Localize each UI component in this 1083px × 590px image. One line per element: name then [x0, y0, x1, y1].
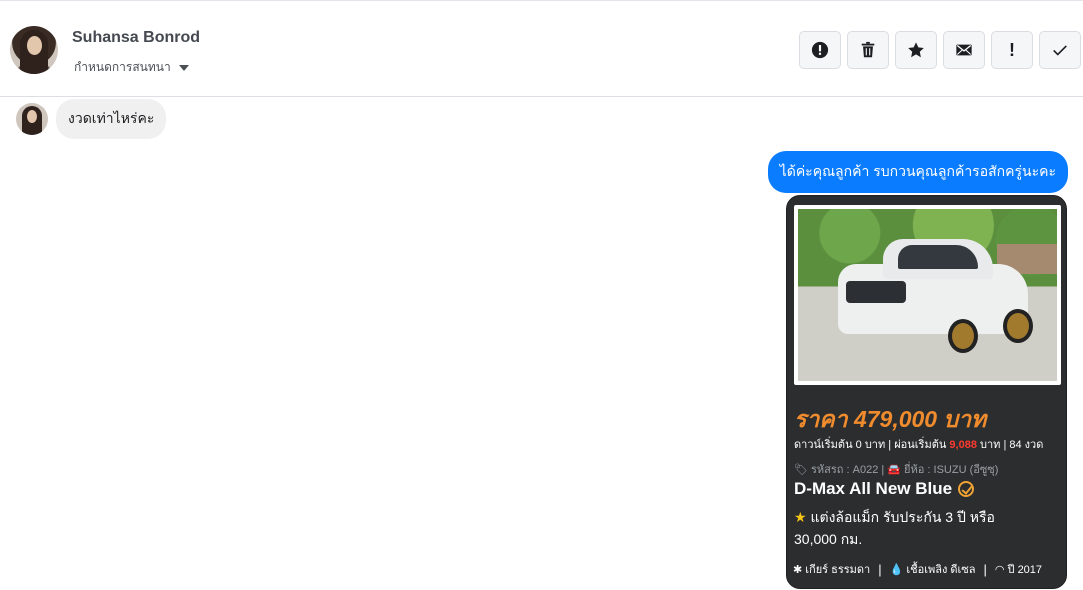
star-icon: ★: [794, 509, 807, 525]
star-icon: [908, 42, 924, 58]
car-photo[interactable]: [798, 209, 1057, 381]
assign-conversation-dropdown[interactable]: กำหนดการสนทนา: [74, 58, 189, 77]
incoming-message: งวดเท่าไหร่คะ: [16, 99, 167, 139]
spec-gear: ✱ เกียร์ ธรรมดา: [793, 564, 871, 576]
mark-unread-button[interactable]: [943, 31, 985, 69]
mark-done-button[interactable]: [1039, 31, 1081, 69]
verified-check-icon: [958, 481, 975, 497]
finance-terms: ดาวน์เริ่มต้น 0 บาท | ผ่อนเริ่มต้น 9,088…: [794, 435, 1043, 453]
alert-circle-icon: [811, 41, 829, 59]
spec-separator: |: [983, 561, 987, 577]
car-photo-frame: [794, 205, 1061, 385]
installment-amount: 9,088: [949, 439, 977, 451]
sender-avatar[interactable]: [16, 103, 48, 135]
star-button[interactable]: [895, 31, 937, 69]
conversation-header: Suhansa Bonrod กำหนดการสนทนา !: [0, 0, 1083, 97]
car-title-text: D-Max All New Blue: [794, 479, 953, 498]
conversation-toolbar: !: [799, 31, 1081, 69]
terms-prefix: ดาวน์เริ่มต้น 0 บาท | ผ่อนเริ่มต้น: [794, 439, 950, 451]
spec-separator: |: [878, 561, 882, 577]
envelope-icon: [956, 44, 972, 56]
check-icon: [1053, 45, 1067, 56]
spec-year: ◠ ปี 2017: [994, 564, 1043, 576]
description-text: แต่งล้อแม็ก รับประกัน 3 ปี หรือ 30,000 ก…: [794, 509, 995, 547]
car-specs: ✱ เกียร์ ธรรมดา | 💧 เชื้อเพลิง ดีเซล | ◠…: [793, 560, 1042, 578]
terms-suffix: บาท | 84 งวด: [976, 439, 1044, 451]
mark-spam-button[interactable]: [799, 31, 841, 69]
contact-avatar[interactable]: [10, 26, 58, 74]
caret-down-icon: [178, 64, 189, 71]
car-meta: 🏷 รหัสรถ : A022 | 🚘 ยี่ห้อ : ISUZU (อีซู…: [794, 464, 999, 476]
car-listing-card[interactable]: ราคา 479,000 บาท ดาวน์เริ่มต้น 0 บาท | ผ…: [786, 195, 1067, 589]
trash-icon: [861, 41, 875, 58]
exclamation-icon: !: [1009, 39, 1015, 60]
follow-up-button[interactable]: !: [991, 31, 1033, 69]
delete-button[interactable]: [847, 31, 889, 69]
car-description: ★ แต่งล้อแม็ก รับประกัน 3 ปี หรือ 30,000…: [794, 506, 1034, 550]
outgoing-bubble[interactable]: ได้ค่ะคุณลูกค้า รบกวนคุณลูกค้ารอสักครู่น…: [767, 151, 1068, 193]
assign-label: กำหนดการสนทนา: [74, 60, 171, 74]
car-title: D-Max All New Blue: [794, 479, 975, 499]
contact-name[interactable]: Suhansa Bonrod: [72, 29, 200, 47]
spec-fuel: 💧 เชื้อเพลิง ดีเซล: [889, 564, 976, 576]
incoming-bubble[interactable]: งวดเท่าไหร่คะ: [56, 99, 167, 139]
car-price: ราคา 479,000 บาท: [794, 406, 987, 432]
